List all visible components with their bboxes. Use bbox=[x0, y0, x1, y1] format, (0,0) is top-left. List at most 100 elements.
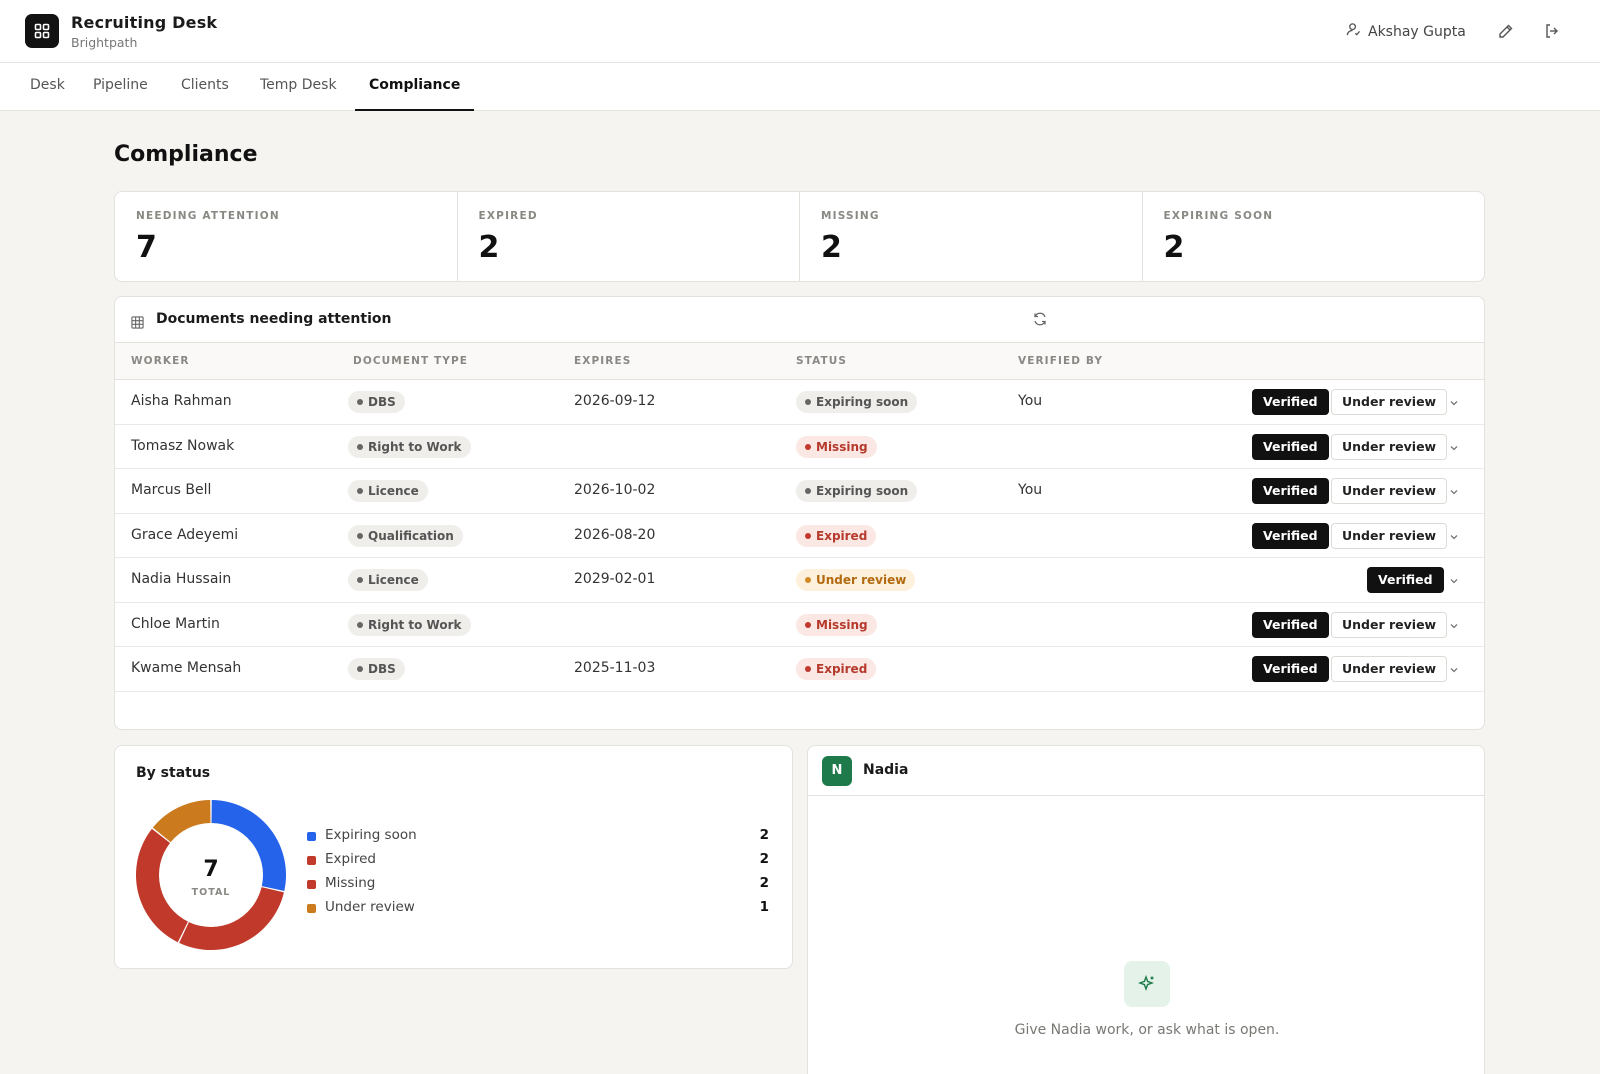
verified-button[interactable]: Verified bbox=[1252, 522, 1329, 549]
stat-label: EXPIRED bbox=[478, 210, 538, 222]
stat-label: MISSING bbox=[821, 210, 880, 222]
worker-name[interactable]: Grace Adeyemi bbox=[131, 527, 238, 543]
verified-button[interactable]: Verified bbox=[1252, 611, 1329, 638]
document-type-badge: Licence bbox=[348, 569, 428, 591]
legend-label: Under review bbox=[325, 899, 415, 915]
legend-label: Expiring soon bbox=[325, 827, 417, 843]
legend-swatch bbox=[307, 904, 316, 913]
worker-name[interactable]: Tomasz Nowak bbox=[131, 438, 234, 454]
column-header-worker: WORKER bbox=[131, 355, 190, 367]
stat-expiring-soon: EXPIRING SOON 2 bbox=[1143, 192, 1485, 281]
grid-icon[interactable] bbox=[25, 14, 59, 48]
tab-desk[interactable]: Desk bbox=[30, 63, 65, 111]
verified-button[interactable]: Verified bbox=[1252, 656, 1329, 682]
column-header-expires: EXPIRES bbox=[574, 355, 632, 367]
table-row: Grace Adeyemi Qualification 2026-08-20 Expi… bbox=[115, 514, 1484, 558]
column-header-status: STATUS bbox=[796, 355, 848, 367]
documents-header: Documents needing attention bbox=[115, 297, 1484, 343]
document-type-badge: Right to Work bbox=[348, 613, 471, 636]
legend-count: 2 bbox=[759, 851, 769, 867]
column-header-verified-by: VERIFIED BY bbox=[1018, 355, 1104, 367]
by-status-title: By status bbox=[136, 765, 211, 781]
avatar: N bbox=[822, 756, 852, 786]
under-review-button[interactable]: Under review bbox=[1331, 522, 1448, 549]
worker-name[interactable]: Marcus Bell bbox=[131, 482, 211, 498]
document-type-badge: Licence bbox=[348, 480, 428, 502]
app-title: Recruiting Desk bbox=[71, 13, 218, 32]
legend-swatch bbox=[307, 832, 316, 841]
main-tabs: Desk Pipeline Clients Temp Desk Complian… bbox=[0, 63, 1600, 111]
page-title: Compliance bbox=[114, 142, 258, 167]
chevron-down-icon[interactable] bbox=[1448, 572, 1460, 591]
stats-row: NEEDING ATTENTION 7 EXPIRED 2 MISSING 2 … bbox=[114, 191, 1485, 282]
table-row: Aisha Rahman DBS 2026-09-12 Expiring soon Yo… bbox=[115, 380, 1484, 425]
tab-compliance[interactable]: Compliance bbox=[355, 63, 475, 111]
under-review-button[interactable]: Under review bbox=[1331, 656, 1448, 682]
chevron-down-icon[interactable] bbox=[1448, 528, 1460, 547]
stat-value: 2 bbox=[478, 230, 500, 265]
verified-button[interactable]: Verified bbox=[1252, 478, 1329, 504]
verified-button[interactable]: Verified bbox=[1367, 567, 1444, 593]
table-row: Marcus Bell Licence 2026-10-02 Expiring soo… bbox=[115, 469, 1484, 514]
expires-date: 2029-02-01 bbox=[574, 571, 656, 587]
pencil-icon[interactable] bbox=[1496, 21, 1516, 41]
chevron-down-icon[interactable] bbox=[1448, 394, 1460, 413]
under-review-button[interactable]: Under review bbox=[1331, 478, 1448, 504]
verified-button[interactable]: Verified bbox=[1252, 389, 1329, 415]
table-icon bbox=[131, 314, 144, 333]
worker-name[interactable]: Chloe Martin bbox=[131, 616, 220, 632]
status-badge: Expired bbox=[796, 524, 877, 547]
top-bar: Recruiting Desk Brightpath Akshay Gupta bbox=[0, 0, 1600, 63]
document-type-badge: DBS bbox=[348, 658, 405, 680]
by-status-card: By status 7 TOTAL Expiring soon 2 Expired 2… bbox=[114, 745, 793, 969]
sparkle-icon bbox=[1124, 961, 1170, 1007]
donut-slice-under-review bbox=[152, 800, 211, 843]
stat-value: 2 bbox=[1163, 230, 1185, 265]
user-menu[interactable]: Akshay Gupta bbox=[1346, 22, 1466, 41]
legend-label: Expired bbox=[325, 851, 376, 867]
donut-total-label: TOTAL bbox=[191, 887, 231, 898]
assistant-panel: N Nadia Give Nadia work, or ask what is … bbox=[807, 745, 1485, 1074]
under-review-button[interactable]: Under review bbox=[1331, 611, 1448, 638]
user-icon bbox=[1346, 22, 1361, 41]
table-row: Nadia Hussain Licence 2029-02-01 Under revi… bbox=[115, 558, 1484, 603]
expires-date: 2026-08-20 bbox=[574, 526, 656, 543]
refresh-icon[interactable] bbox=[1032, 311, 1048, 331]
expires-date: 2026-09-12 bbox=[574, 393, 656, 409]
under-review-button[interactable]: Under review bbox=[1331, 389, 1448, 415]
stat-value: 2 bbox=[821, 230, 842, 265]
status-badge: Missing bbox=[796, 435, 877, 458]
chevron-down-icon[interactable] bbox=[1448, 617, 1460, 636]
chevron-down-icon[interactable] bbox=[1448, 661, 1460, 680]
table-row: Tomasz Nowak Right to Work Missing Verified… bbox=[115, 425, 1484, 469]
chevron-down-icon[interactable] bbox=[1448, 483, 1460, 502]
documents-card: Documents needing attention WORKER DOCUM… bbox=[114, 296, 1485, 730]
status-badge: Missing bbox=[796, 613, 877, 636]
chevron-down-icon[interactable] bbox=[1448, 439, 1460, 458]
table-body: Aisha Rahman DBS 2026-09-12 Expiring soon Yo… bbox=[115, 380, 1484, 692]
status-badge: Expiring soon bbox=[796, 480, 918, 502]
assistant-name: Nadia bbox=[863, 762, 909, 778]
verified-button[interactable]: Verified bbox=[1252, 433, 1329, 460]
tab-pipeline[interactable]: Pipeline bbox=[93, 63, 148, 111]
legend-swatch bbox=[307, 880, 316, 889]
documents-title: Documents needing attention bbox=[156, 311, 392, 327]
legend-item: Missing 2 bbox=[307, 875, 769, 899]
under-review-button[interactable]: Under review bbox=[1331, 433, 1448, 460]
stat-missing: MISSING 2 bbox=[800, 192, 1143, 281]
stat-value: 7 bbox=[136, 230, 157, 265]
stat-label: NEEDING ATTENTION bbox=[136, 210, 280, 222]
worker-name[interactable]: Kwame Mensah bbox=[131, 660, 241, 676]
verified-by: You bbox=[1018, 393, 1043, 409]
legend-count: 2 bbox=[759, 827, 769, 843]
tab-temp-desk[interactable]: Temp Desk bbox=[260, 63, 337, 111]
verified-by: You bbox=[1018, 482, 1043, 498]
legend-item: Expiring soon 2 bbox=[307, 827, 769, 851]
logout-icon[interactable] bbox=[1542, 21, 1562, 41]
user-name: Akshay Gupta bbox=[1368, 23, 1466, 40]
donut-slice-missing bbox=[136, 828, 188, 943]
worker-name[interactable]: Nadia Hussain bbox=[131, 571, 231, 587]
worker-name[interactable]: Aisha Rahman bbox=[131, 393, 232, 409]
tab-clients[interactable]: Clients bbox=[181, 63, 229, 111]
status-badge: Expiring soon bbox=[796, 391, 918, 413]
